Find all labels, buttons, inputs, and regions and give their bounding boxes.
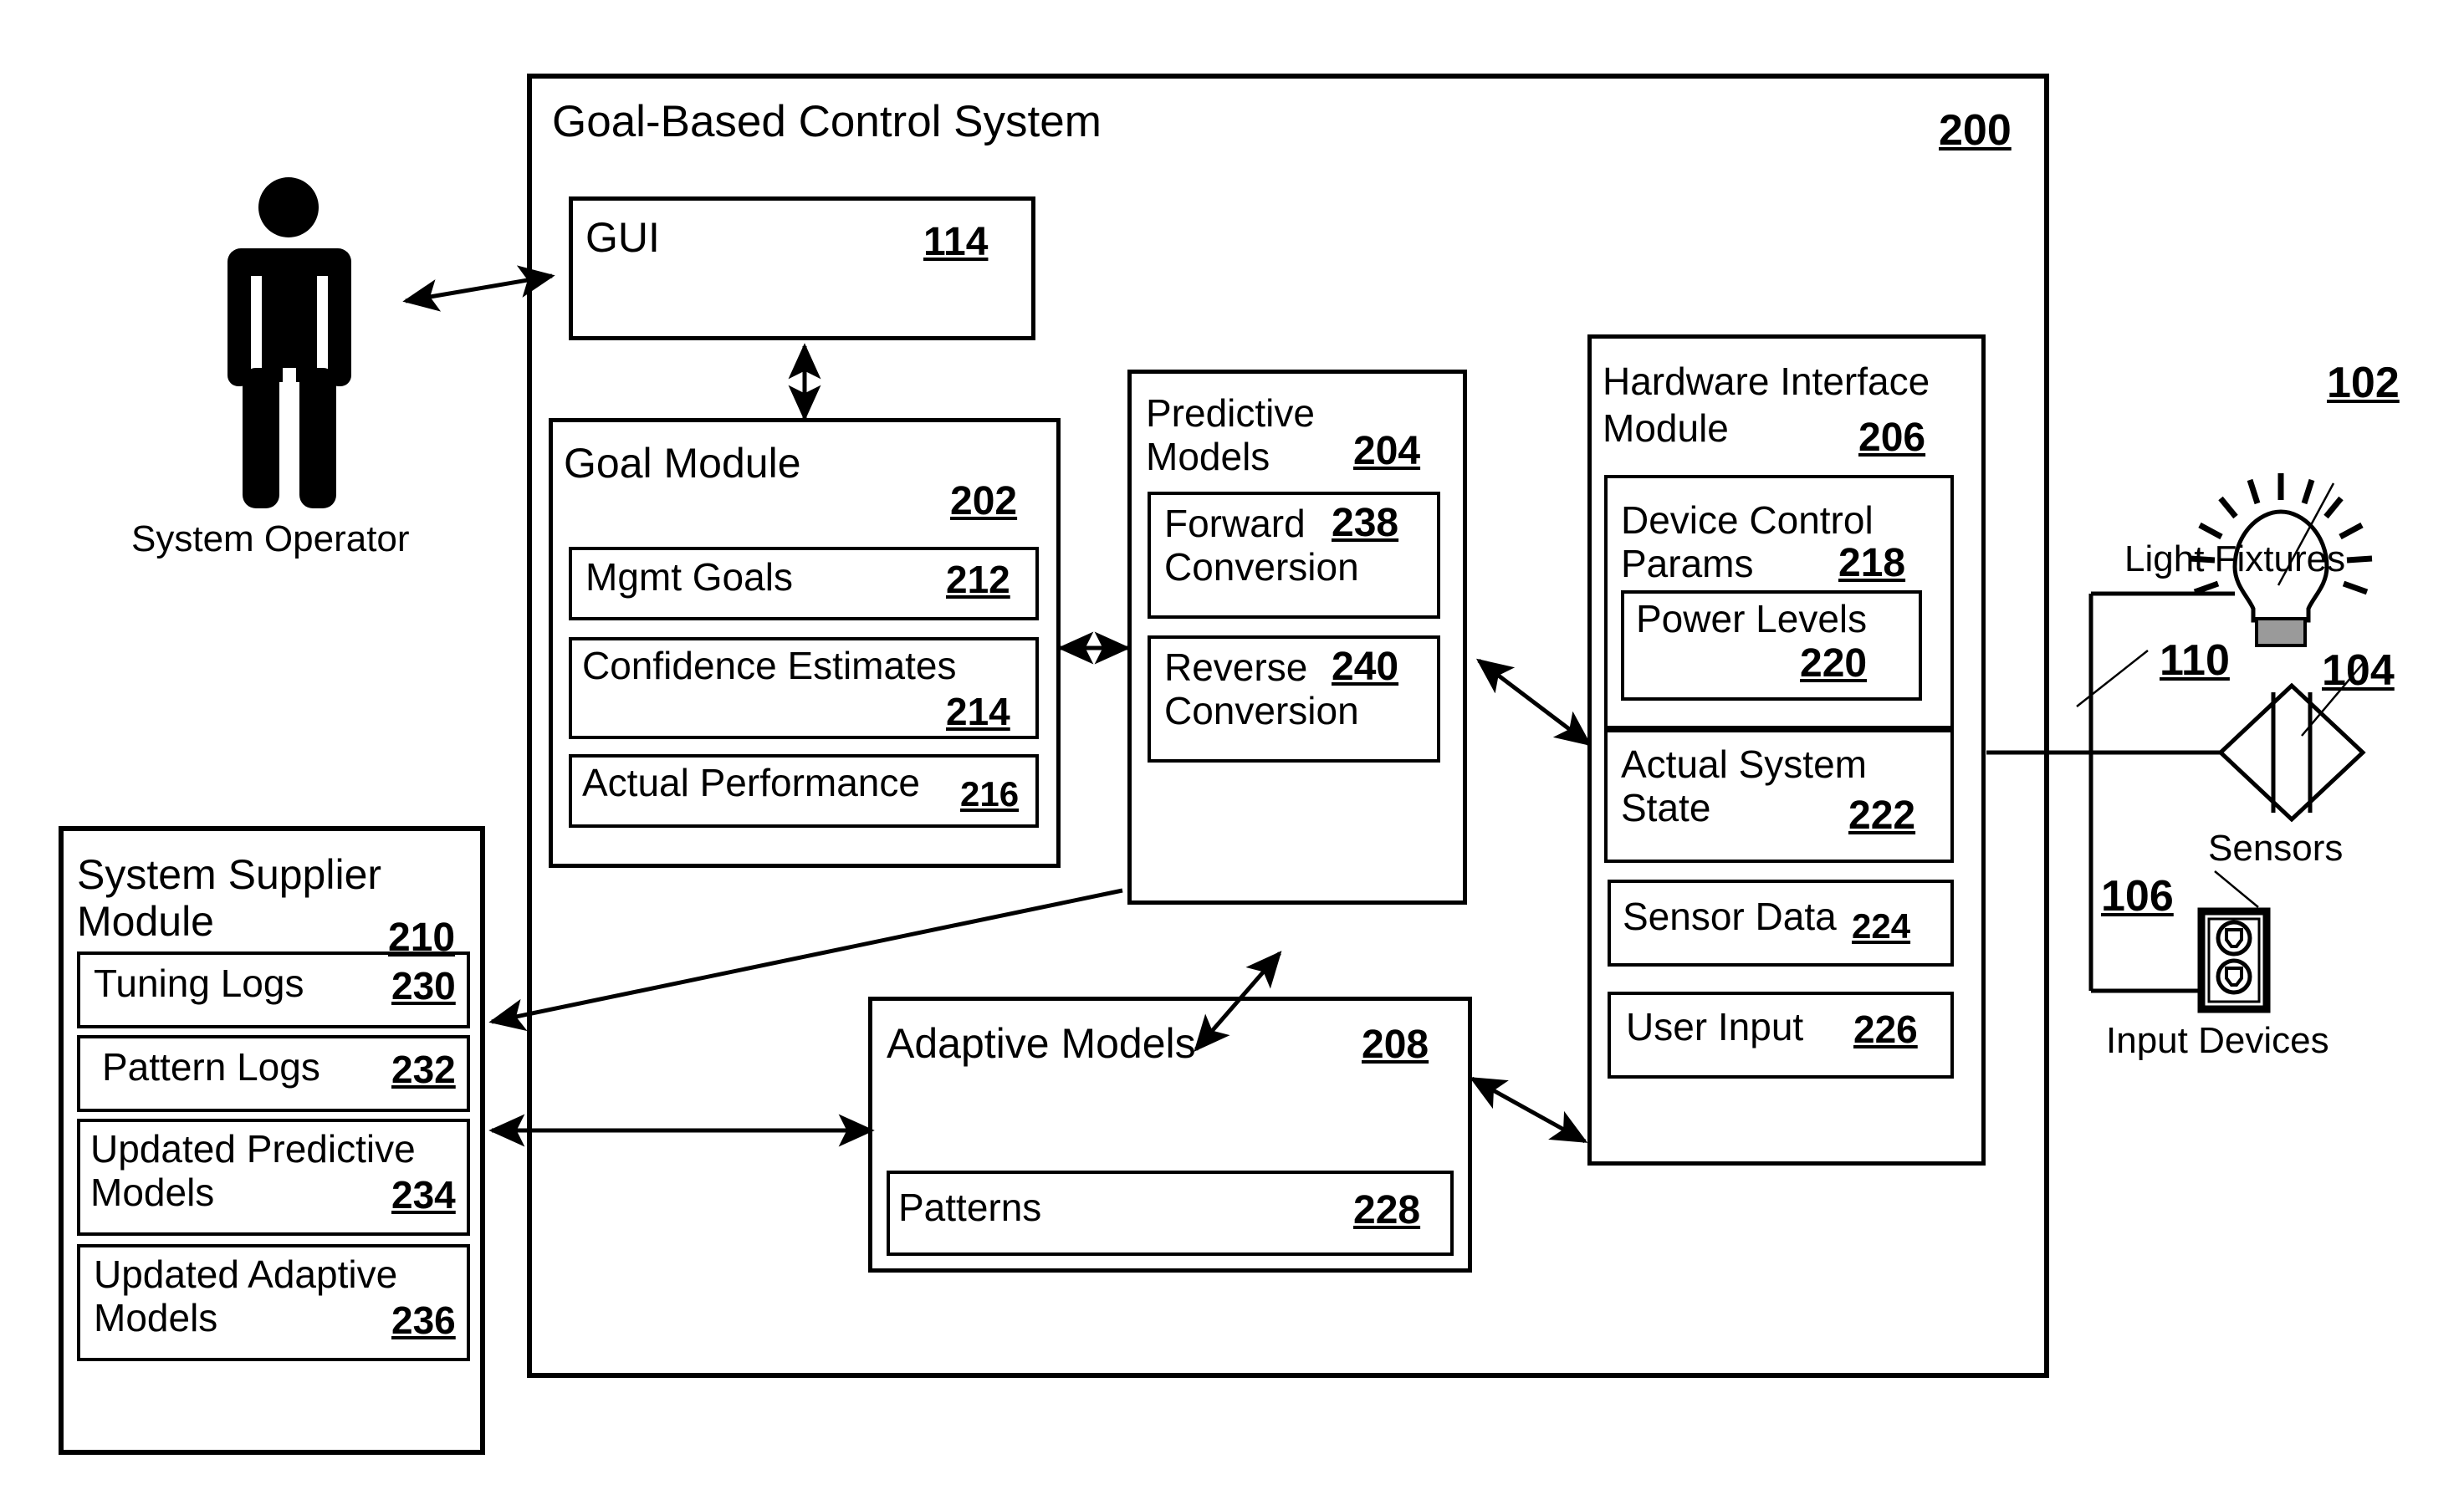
goal-module-label: Goal Module	[564, 440, 801, 487]
sensor-data-label: Sensor Data	[1623, 895, 1837, 938]
pattern-logs-ref-232: 232	[391, 1048, 456, 1091]
power-levels-label: Power Levels	[1636, 597, 1868, 640]
updated-predictive-models-label-line1: Updated Predictive	[90, 1127, 416, 1171]
gui-label: GUI	[585, 214, 660, 261]
pattern-logs-label: Pattern Logs	[102, 1045, 320, 1089]
forward-conversion-label-line1: Forward	[1164, 502, 1306, 545]
gui-ref-114: 114	[923, 220, 989, 264]
system-ref-200: 200	[1939, 106, 2012, 155]
mgmt-goals-label: Mgmt Goals	[585, 555, 793, 599]
patterns-label: Patterns	[898, 1186, 1042, 1229]
predictive-models-label-line1: Predictive	[1146, 391, 1315, 435]
system-operator-label: System Operator	[131, 518, 410, 559]
page-title: Goal-Based Control System	[552, 97, 1102, 146]
input-devices-ref-106: 106	[2101, 872, 2174, 921]
patterns-ref-228: 228	[1353, 1188, 1421, 1232]
updated-adaptive-models-label-line2: Models	[94, 1296, 218, 1339]
device-control-params-ref-218: 218	[1838, 541, 1906, 585]
adaptive-models-ref-208: 208	[1362, 1023, 1429, 1067]
forward-conversion-label-line2: Conversion	[1164, 545, 1359, 589]
predictive-models-label-line2: Models	[1146, 435, 1270, 478]
confidence-estimates-ref-214: 214	[946, 690, 1010, 733]
reverse-conversion-label-line2: Conversion	[1164, 689, 1359, 732]
tuning-logs-ref-230: 230	[391, 964, 456, 1008]
wall-outlet-icon	[2197, 870, 2271, 1013]
sensors-ref-104: 104	[2322, 646, 2395, 695]
person-icon	[227, 177, 351, 508]
device-control-params-label-line2: Params	[1621, 542, 1754, 585]
mgmt-goals-ref-212: 212	[946, 558, 1010, 601]
hardware-interface-module-ref-206: 206	[1858, 416, 1926, 460]
actual-performance-label: Actual Performance	[582, 761, 920, 804]
reverse-conversion-ref-240: 240	[1332, 645, 1399, 689]
power-levels-ref-220: 220	[1800, 641, 1868, 686]
predictive-models-ref-204: 204	[1353, 429, 1421, 473]
adaptive-models-label: Adaptive Models	[887, 1020, 1196, 1067]
reverse-conversion-label-line1: Reverse	[1164, 645, 1308, 689]
sensors-label: Sensors	[2208, 828, 2344, 869]
actual-system-state-label-line2: State	[1621, 786, 1711, 829]
actual-performance-ref-216: 216	[960, 774, 1020, 814]
user-input-label: User Input	[1626, 1005, 1804, 1048]
updated-predictive-models-label-line2: Models	[90, 1171, 215, 1214]
actual-system-state-label-line1: Actual System	[1621, 742, 1867, 786]
input-devices-label: Input Devices	[2106, 1020, 2329, 1061]
forward-conversion-ref-238: 238	[1332, 501, 1399, 545]
sensor-data-ref-224: 224	[1852, 906, 1911, 946]
actual-system-state-ref-222: 222	[1848, 793, 1916, 838]
updated-adaptive-models-ref-236: 236	[391, 1298, 456, 1342]
bus-ref-110: 110	[2160, 636, 2230, 685]
system-supplier-module-label-line1: System Supplier	[77, 851, 382, 898]
confidence-estimates-label: Confidence Estimates	[582, 644, 957, 687]
light-fixtures-label: Light Fixtures	[2124, 538, 2346, 579]
hardware-interface-module-label-line2: Module	[1603, 406, 1729, 450]
light-fixtures-ref-102: 102	[2327, 359, 2400, 407]
device-control-params-label-line1: Device Control	[1621, 498, 1874, 542]
updated-predictive-models-ref-234: 234	[391, 1173, 456, 1217]
user-input-ref-226: 226	[1853, 1008, 1918, 1051]
updated-adaptive-models-label-line1: Updated Adaptive	[94, 1252, 398, 1296]
hardware-interface-module-label-line1: Hardware Interface	[1603, 360, 1930, 403]
system-supplier-module-label-line2: Module	[77, 898, 214, 945]
goal-module-ref-202: 202	[950, 479, 1018, 523]
patent-figure-canvas: Goal-Based Control System 200 System Ope…	[0, 0, 2464, 1505]
tuning-logs-label: Tuning Logs	[94, 962, 304, 1005]
